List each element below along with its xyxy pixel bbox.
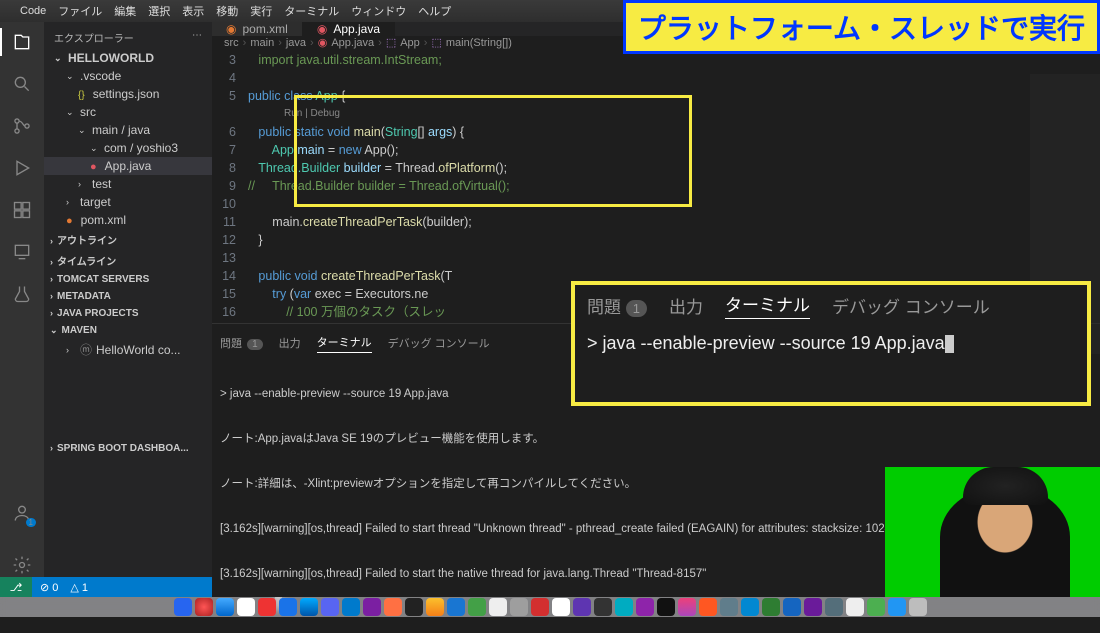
folder-src[interactable]: ⌄src <box>44 103 212 121</box>
dock-app[interactable] <box>804 598 822 616</box>
explorer-sidebar: エクスプローラー ⋯ ⌄HELLOWORLD ⌄.vscode settings… <box>44 22 212 577</box>
folder-main-java[interactable]: ⌄main / java <box>44 121 212 139</box>
dock-app[interactable] <box>783 598 801 616</box>
menu-window[interactable]: ウィンドウ <box>351 3 406 19</box>
dock-app[interactable] <box>867 598 885 616</box>
section-tomcat[interactable]: ›TOMCAT SERVERS <box>44 271 212 288</box>
dock-app[interactable] <box>489 598 507 616</box>
more-icon[interactable]: ⋯ <box>192 30 202 45</box>
tab-app-java[interactable]: ◉App.java <box>303 22 395 36</box>
dock-app[interactable] <box>888 598 906 616</box>
panel-tab-problems[interactable]: 問題 1 <box>220 333 263 353</box>
tab-pom-xml[interactable]: ◉pom.xml <box>212 22 303 36</box>
presenter-webcam <box>885 467 1100 597</box>
dock-app[interactable] <box>279 598 297 616</box>
folder-test[interactable]: ›test <box>44 175 212 193</box>
menu-help[interactable]: ヘルプ <box>418 3 451 19</box>
file-settings-json[interactable]: settings.json <box>44 85 212 103</box>
dock-app[interactable] <box>552 598 570 616</box>
workspace-root[interactable]: ⌄HELLOWORLD <box>44 49 212 67</box>
dock-app[interactable] <box>195 598 213 616</box>
dock-app[interactable] <box>846 598 864 616</box>
zoom-tab-problems[interactable]: 問題 1 <box>587 293 647 318</box>
remote-icon[interactable] <box>10 240 34 264</box>
menu-file[interactable]: ファイル <box>58 3 102 19</box>
dock-app[interactable] <box>384 598 402 616</box>
dock-app[interactable] <box>405 598 423 616</box>
section-java-projects[interactable]: ›JAVA PROJECTS <box>44 305 212 322</box>
source-control-icon[interactable] <box>10 114 34 138</box>
dock-app[interactable] <box>615 598 633 616</box>
menu-edit[interactable]: 編集 <box>114 3 136 19</box>
menu-view[interactable]: 表示 <box>182 3 204 19</box>
status-errors[interactable]: ⊘ 0 <box>40 581 58 594</box>
dock-app[interactable] <box>321 598 339 616</box>
terminal-zoom-overlay: 問題 1 出力 ターミナル デバッグ コンソール > java --enable… <box>571 281 1091 406</box>
dock-app[interactable] <box>678 598 696 616</box>
panel-tab-debug-console[interactable]: デバッグ コンソール <box>388 333 490 353</box>
zoom-tab-output[interactable]: 出力 <box>669 293 703 318</box>
dock-app[interactable] <box>825 598 843 616</box>
accounts-icon[interactable]: 1 <box>10 501 34 525</box>
dock-app[interactable] <box>300 598 318 616</box>
section-spring-boot[interactable]: ›SPRING BOOT DASHBOA... <box>44 440 212 457</box>
remote-indicator[interactable]: ⎇ <box>0 577 32 597</box>
status-warnings[interactable]: △ 1 <box>70 581 88 594</box>
activity-bar: 1 <box>0 22 44 577</box>
section-metadata[interactable]: ›METADATA <box>44 288 212 305</box>
dock-app[interactable] <box>657 598 675 616</box>
explorer-title: エクスプローラー <box>54 30 134 45</box>
dock-app[interactable] <box>909 598 927 616</box>
menu-run[interactable]: 実行 <box>250 3 272 19</box>
dock-app[interactable] <box>510 598 528 616</box>
extensions-icon[interactable] <box>10 198 34 222</box>
panel-tab-output[interactable]: 出力 <box>279 333 301 353</box>
maven-project[interactable]: ›ⓜ HelloWorld co... <box>44 339 212 360</box>
settings-gear-icon[interactable] <box>10 553 34 577</box>
dock-app[interactable] <box>699 598 717 616</box>
dock-app[interactable] <box>237 598 255 616</box>
folder-target[interactable]: ›target <box>44 193 212 211</box>
dock-app[interactable] <box>531 598 549 616</box>
search-icon[interactable] <box>10 72 34 96</box>
macos-dock <box>0 597 1100 617</box>
dock-app[interactable] <box>174 598 192 616</box>
zoom-terminal-command: > java --enable-preview --source 19 App.… <box>587 333 1075 355</box>
dock-app[interactable] <box>216 598 234 616</box>
dock-app[interactable] <box>573 598 591 616</box>
run-debug-icon[interactable] <box>10 156 34 180</box>
panel-tab-terminal[interactable]: ターミナル <box>317 332 372 353</box>
dock-app[interactable] <box>636 598 654 616</box>
dock-app[interactable] <box>447 598 465 616</box>
testing-icon[interactable] <box>10 282 34 306</box>
file-pom-xml[interactable]: pom.xml <box>44 211 212 229</box>
folder-vscode[interactable]: ⌄.vscode <box>44 67 212 85</box>
section-outline[interactable]: ›アウトライン <box>44 229 212 250</box>
section-timeline[interactable]: ›タイムライン <box>44 250 212 271</box>
zoom-tab-terminal[interactable]: ターミナル <box>725 291 810 319</box>
file-app-java[interactable]: App.java <box>44 157 212 175</box>
dock-app[interactable] <box>762 598 780 616</box>
zoom-tab-debug[interactable]: デバッグ コンソール <box>832 293 990 318</box>
folder-package[interactable]: ⌄com / yoshio3 <box>44 139 212 157</box>
menu-go[interactable]: 移動 <box>216 3 238 19</box>
dock-app[interactable] <box>720 598 738 616</box>
section-maven[interactable]: ⌄MAVEN <box>44 322 212 339</box>
dock-app[interactable] <box>342 598 360 616</box>
explorer-icon[interactable] <box>10 30 34 54</box>
menu-terminal[interactable]: ターミナル <box>284 3 339 19</box>
dock-app[interactable] <box>468 598 486 616</box>
menu-select[interactable]: 選択 <box>148 3 170 19</box>
dock-app[interactable] <box>258 598 276 616</box>
presentation-title-overlay: プラットフォーム・スレッドで実行 <box>623 0 1100 54</box>
dock-app[interactable] <box>594 598 612 616</box>
dock-app[interactable] <box>741 598 759 616</box>
codelens-run-debug[interactable]: Run | Debug <box>212 105 1100 123</box>
app-name[interactable]: Code <box>20 5 46 17</box>
dock-app[interactable] <box>363 598 381 616</box>
dock-app[interactable] <box>426 598 444 616</box>
